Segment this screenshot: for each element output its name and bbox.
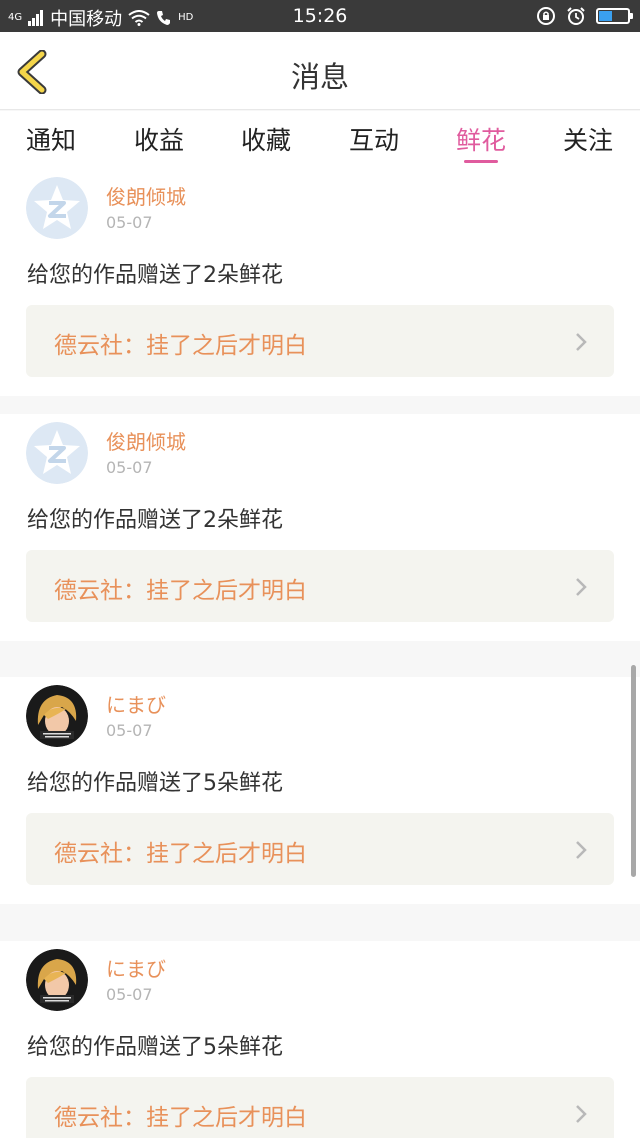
tab-flowers[interactable]: 鲜花 <box>441 121 521 157</box>
rotation-lock-icon <box>537 7 555 25</box>
tab-earnings[interactable]: 收益 <box>119 121 199 157</box>
message-date: 05-07 <box>106 985 153 1004</box>
status-bar: 4G 中国移动 HD 15:26 <box>0 0 640 32</box>
message-text: 给您的作品赠送了5朵鲜花 <box>27 771 283 796</box>
user-name[interactable]: 俊朗倾城 <box>106 181 186 210</box>
active-tab-indicator <box>464 160 498 163</box>
user-name[interactable]: にまび <box>106 689 166 718</box>
work-title: 德云社：挂了之后才明白 <box>54 578 307 604</box>
tab-follow[interactable]: 关注 <box>548 121 628 157</box>
battery-icon <box>596 8 633 24</box>
work-link[interactable]: 德云社：挂了之后才明白 <box>26 305 614 377</box>
message-text: 给您的作品赠送了2朵鲜花 <box>27 508 283 533</box>
message-date: 05-07 <box>106 721 153 740</box>
work-title: 德云社：挂了之后才明白 <box>54 333 307 359</box>
work-link[interactable]: 德云社：挂了之后才明白 <box>26 550 614 622</box>
work-title: 德云社：挂了之后才明白 <box>54 841 307 867</box>
list-item: 俊朗倾城 05-07 给您的作品赠送了2朵鲜花 德云社：挂了之后才明白 <box>0 414 640 641</box>
list-item: にまび 05-07 给您的作品赠送了5朵鲜花 德云社：挂了之后才明白 <box>0 941 640 1138</box>
work-link[interactable]: 德云社：挂了之后才明白 <box>26 1077 614 1138</box>
work-title: 德云社：挂了之后才明白 <box>54 1105 307 1131</box>
tab-notice[interactable]: 通知 <box>11 121 91 157</box>
list-item: にまび 05-07 给您的作品赠送了5朵鲜花 德云社：挂了之后才明白 <box>0 677 640 904</box>
avatar[interactable] <box>26 422 88 484</box>
message-text: 给您的作品赠送了5朵鲜花 <box>27 1035 283 1060</box>
message-text: 给您的作品赠送了2朵鲜花 <box>27 263 283 288</box>
title-bar: 消息 <box>0 32 640 110</box>
battery-level <box>599 11 612 21</box>
default-avatar-icon <box>26 177 88 239</box>
message-date: 05-07 <box>106 213 153 232</box>
page-title: 消息 <box>290 60 349 94</box>
avatar[interactable] <box>26 177 88 239</box>
default-avatar-icon <box>26 422 88 484</box>
avatar[interactable] <box>26 949 88 1011</box>
list-item: 俊朗倾城 05-07 给您的作品赠送了2朵鲜花 德云社：挂了之后才明白 <box>0 169 640 396</box>
chevron-right-icon <box>576 1105 587 1123</box>
user-name[interactable]: にまび <box>106 953 166 982</box>
alarm-icon <box>567 7 585 25</box>
tab-bar: 通知 收益 收藏 互动 鲜花 关注 <box>0 111 640 169</box>
status-right <box>536 6 633 26</box>
tab-favorites[interactable]: 收藏 <box>226 121 306 157</box>
chevron-right-icon <box>576 841 587 859</box>
cartoon-girl-avatar-icon <box>26 949 88 1011</box>
tab-interaction[interactable]: 互动 <box>334 121 414 157</box>
message-date: 05-07 <box>106 458 153 477</box>
chevron-right-icon <box>576 333 587 351</box>
scrollbar[interactable] <box>631 665 636 877</box>
chevron-right-icon <box>576 578 587 596</box>
cartoon-girl-avatar-icon <box>26 685 88 747</box>
work-link[interactable]: 德云社：挂了之后才明白 <box>26 813 614 885</box>
avatar[interactable] <box>26 685 88 747</box>
user-name[interactable]: 俊朗倾城 <box>106 426 186 455</box>
